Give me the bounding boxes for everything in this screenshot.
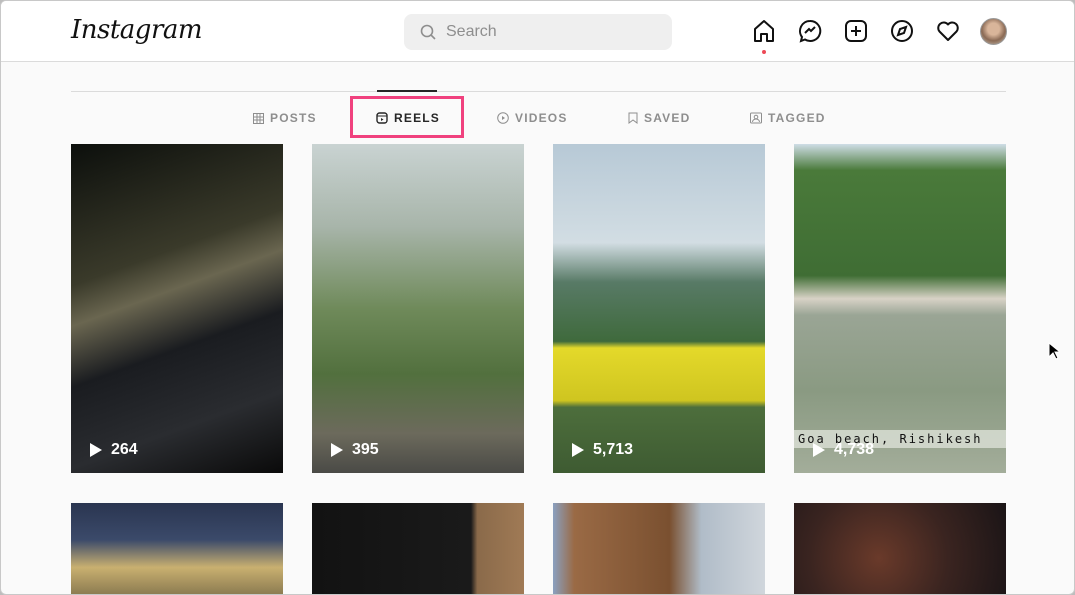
top-nav: Instagram Search (1, 1, 1074, 62)
mouse-cursor-icon (1048, 342, 1060, 360)
grid-icon (253, 112, 264, 124)
play-circle-icon (497, 112, 509, 124)
bookmark-icon (628, 112, 638, 124)
reel-thumbnail[interactable]: 395 (312, 144, 524, 473)
explore-icon[interactable] (890, 19, 914, 43)
tab-tagged[interactable]: TAGGED (750, 111, 826, 125)
reel-thumbnail[interactable] (794, 503, 1006, 594)
reels-tab-highlight (350, 96, 464, 138)
play-icon (813, 443, 825, 457)
view-count: 5,713 (571, 441, 633, 459)
tab-posts[interactable]: POSTS (253, 111, 317, 125)
reel-thumbnail[interactable] (312, 503, 524, 594)
active-tab-indicator (377, 90, 437, 92)
tab-label: VIDEOS (515, 111, 568, 125)
tab-saved[interactable]: SAVED (628, 111, 690, 125)
tab-label: TAGGED (768, 111, 826, 125)
play-icon (90, 443, 102, 457)
notification-dot (762, 50, 766, 54)
reel-thumbnail[interactable]: 264 (71, 144, 283, 473)
home-icon[interactable] (752, 19, 776, 43)
reel-thumbnail[interactable] (71, 503, 283, 594)
view-count: 395 (330, 441, 379, 459)
reel-thumbnail[interactable] (553, 503, 765, 594)
tagged-icon (750, 112, 762, 124)
instagram-logo[interactable]: Instagram (71, 15, 203, 45)
view-count: 264 (89, 441, 138, 459)
tabs-divider (71, 91, 1006, 92)
reel-thumbnail[interactable]: Goa beach, Rishikesh 4,738 (794, 144, 1006, 473)
search-placeholder: Search (446, 23, 497, 40)
play-icon (331, 443, 343, 457)
view-count: 4,738 (812, 441, 874, 459)
activity-heart-icon[interactable] (936, 19, 960, 43)
search-input[interactable]: Search (404, 14, 672, 50)
new-post-icon[interactable] (844, 19, 868, 43)
browser-window: Instagram Search POSTS REELS VIDEOS SAVE… (0, 0, 1075, 595)
tab-label: POSTS (270, 111, 317, 125)
reel-thumbnail[interactable]: 5,713 (553, 144, 765, 473)
search-icon (420, 24, 436, 40)
messenger-icon[interactable] (798, 19, 822, 43)
tab-videos[interactable]: VIDEOS (497, 111, 568, 125)
tab-label: SAVED (644, 111, 691, 125)
play-icon (572, 443, 584, 457)
profile-avatar[interactable] (980, 18, 1007, 45)
